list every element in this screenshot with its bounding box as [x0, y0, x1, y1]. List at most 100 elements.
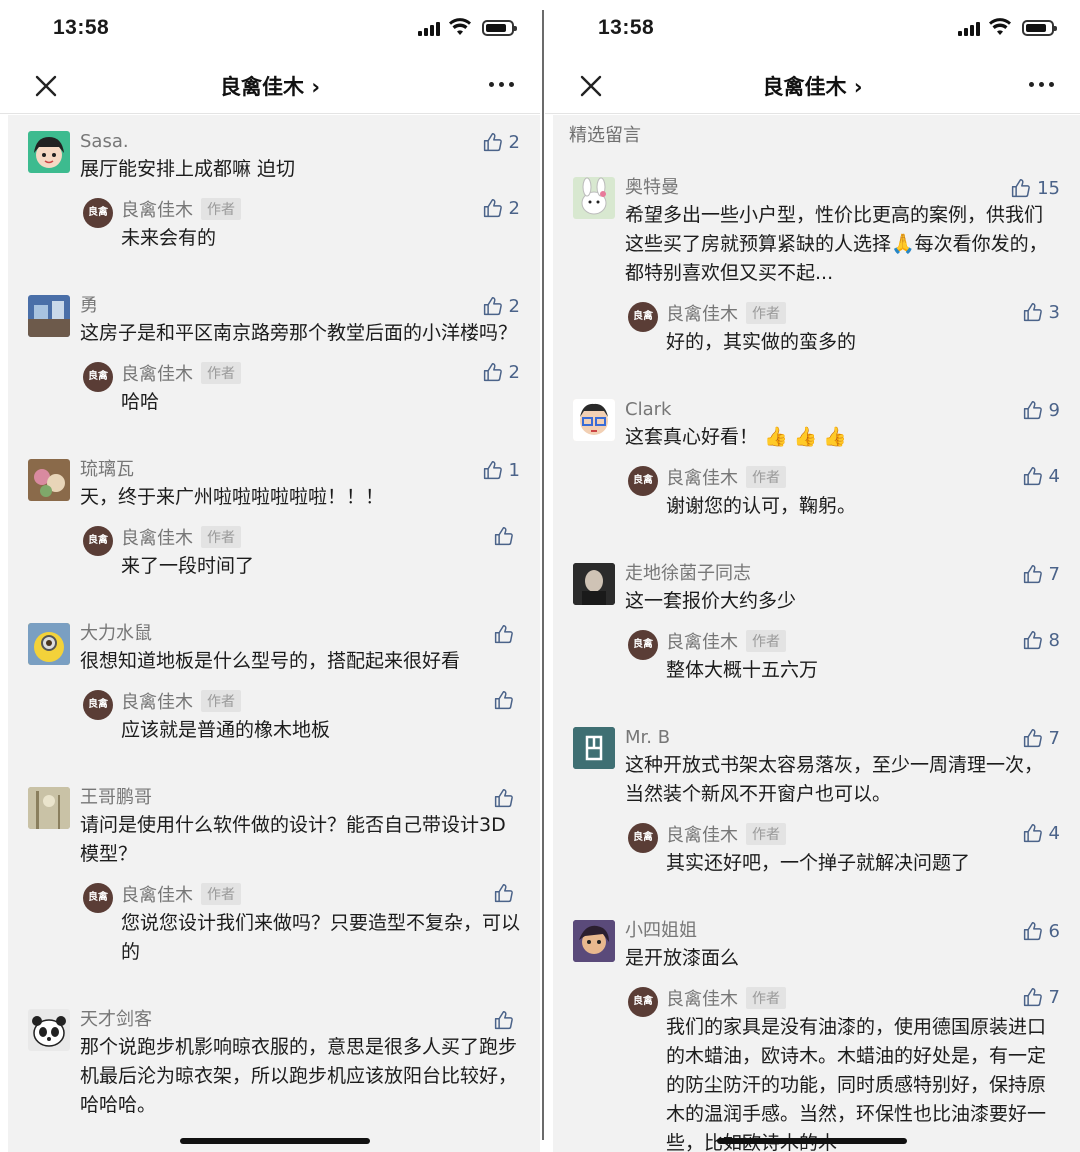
like-button[interactable] [493, 883, 520, 904]
home-indicator[interactable] [717, 1138, 907, 1144]
like-button[interactable]: 2 [482, 296, 520, 317]
reply-text: 谢谢您的认可，鞠躬。 [666, 495, 857, 517]
avatar[interactable] [28, 131, 70, 173]
avatar[interactable] [28, 295, 70, 337]
commenter-name[interactable]: Mr. B [625, 725, 1080, 751]
avatar[interactable] [573, 563, 615, 605]
thumbs-up-icon [1023, 631, 1042, 650]
commenter-name[interactable]: 大力水鼠 [80, 621, 540, 647]
thumbs-up-icon [494, 691, 513, 710]
commenter-name[interactable]: 小四姐姐 [625, 918, 1080, 944]
more-icon[interactable] [1029, 82, 1054, 87]
reply-author-name: 良禽佳木 [666, 825, 738, 846]
avatar[interactable] [28, 623, 70, 665]
like-button[interactable] [493, 526, 520, 547]
like-button[interactable]: 2 [482, 362, 520, 383]
comment-text: 这房子是和平区南京路旁那个教堂后面的小洋楼吗？ [80, 322, 518, 344]
wifi-icon [989, 18, 1011, 35]
avatar[interactable] [573, 920, 615, 962]
like-button[interactable]: 8 [1022, 630, 1060, 651]
thumbs-up-icon [1023, 922, 1042, 941]
reply-text: 未来会有的 [121, 227, 217, 249]
like-button[interactable]: 4 [1022, 466, 1060, 487]
comment-text: 这一套报价大约多少 [625, 590, 797, 612]
like-button[interactable]: 3 [1022, 302, 1060, 323]
like-button[interactable]: 7 [1022, 987, 1060, 1008]
author-avatar: 良禽 [628, 302, 658, 332]
battery-icon [482, 20, 517, 36]
reply-author-name: 良禽佳木 [666, 468, 738, 489]
like-button[interactable] [493, 624, 520, 645]
home-indicator[interactable] [180, 1138, 370, 1144]
like-button[interactable]: 2 [482, 198, 520, 219]
author-badge: 作者 [746, 466, 786, 488]
author-reply: 良禽 良禽佳木 作者 来了一段时间了 [80, 522, 540, 581]
nav-bar: 良禽佳木 › [0, 58, 540, 114]
more-icon[interactable] [489, 82, 514, 87]
reply-author-name: 良禽佳木 [121, 528, 193, 549]
author-avatar: 良禽 [628, 466, 658, 496]
avatar[interactable] [573, 399, 615, 441]
comment-text: 那个说跑步机影响晾衣服的，意思是很多人买了跑步机最后沦为晾衣架，所以跑步机应该放… [80, 1036, 518, 1116]
author-reply: 良禽 良禽佳木 作者 应该就是普通的橡木地板 [80, 686, 540, 745]
avatar[interactable] [573, 727, 615, 769]
author-reply: 良禽 良禽佳木 作者 2 哈哈 [80, 358, 540, 417]
like-count: 2 [508, 132, 520, 153]
author-avatar: 良禽 [628, 823, 658, 853]
thumbs-up-icon [1023, 401, 1042, 420]
like-button[interactable]: 15 [1010, 178, 1060, 199]
like-count: 4 [1048, 823, 1060, 844]
avatar[interactable] [573, 177, 615, 219]
like-count: 6 [1048, 921, 1060, 942]
comment-list[interactable]: Sasa. 2 展厅能安排上成都嘛 迫切 良禽 良禽佳木 作者 2 未来会有的 勇… [8, 115, 540, 1152]
like-count: 9 [1048, 400, 1060, 421]
like-count: 3 [1048, 302, 1060, 323]
reply-author-name: 良禽佳木 [121, 692, 193, 713]
comment-item: Mr. B 7 这种开放式书架太容易落灰，至少一周清理一次，当然装个新风不开窗户… [553, 711, 1080, 904]
comment-item: 奥特曼 15 希望多出一些小户型，性价比更高的案例，供我们这些买了房就预算紧缺的… [553, 161, 1080, 383]
battery-icon [1022, 20, 1057, 36]
like-button[interactable]: 7 [1022, 728, 1060, 749]
commenter-name[interactable]: 勇 [80, 293, 540, 319]
commenter-name[interactable]: Clark [625, 397, 1080, 423]
like-button[interactable] [493, 1010, 520, 1031]
like-count: 7 [1048, 728, 1060, 749]
thumbs-up-icon [494, 527, 513, 546]
comment-text: 是开放漆面么 [625, 947, 740, 969]
thumbs-up-icon [483, 461, 502, 480]
like-button[interactable]: 9 [1022, 400, 1060, 421]
avatar[interactable] [28, 1009, 70, 1051]
comment-text: 天，终于来广州啦啦啦啦啦啦！！！ [80, 486, 385, 508]
author-reply: 良禽 良禽佳木 作者 2 未来会有的 [80, 194, 540, 253]
reply-author-name: 良禽佳木 [666, 632, 738, 653]
page-title[interactable]: 良禽佳木 › [0, 71, 540, 101]
page-title[interactable]: 良禽佳木 › [545, 71, 1080, 101]
avatar[interactable] [28, 459, 70, 501]
like-button[interactable]: 7 [1022, 564, 1060, 585]
author-reply: 良禽 良禽佳木 作者 3 好的，其实做的蛮多的 [625, 298, 1080, 357]
commenter-name[interactable]: 琉璃瓦 [80, 457, 540, 483]
comment-item: 大力水鼠 很想知道地板是什么型号的，搭配起来很好看 良禽 良禽佳木 作者 应该就是… [8, 607, 540, 771]
author-reply: 良禽 良禽佳木 作者 7 我们的家具是没有油漆的，使用德国原装进口的木蜡油，欧诗木… [625, 983, 1080, 1152]
like-button[interactable]: 1 [482, 460, 520, 481]
author-badge: 作者 [746, 302, 786, 324]
author-avatar: 良禽 [83, 690, 113, 720]
nav-bar: 良禽佳木 › [545, 58, 1080, 114]
like-count: 1 [508, 460, 520, 481]
reply-text: 好的，其实做的蛮多的 [666, 331, 857, 353]
commenter-name[interactable]: 天才剑客 [80, 1007, 540, 1033]
comment-text: 希望多出一些小户型，性价比更高的案例，供我们这些买了房就预算紧缺的人选择🙏每次看… [625, 204, 1048, 284]
commenter-name[interactable]: Sasa. [80, 129, 540, 155]
commenter-name[interactable]: 王哥鹏哥 [80, 785, 540, 811]
like-count: 8 [1048, 630, 1060, 651]
like-button[interactable] [493, 690, 520, 711]
like-button[interactable] [493, 788, 520, 809]
comment-list[interactable]: 精选留言 奥特曼 15 希望多出一些小户型，性价比更高的案例，供我们这些买了房就… [553, 115, 1080, 1152]
author-reply: 良禽 良禽佳木 作者 4 其实还好吧，一个掸子就解决问题了 [625, 819, 1080, 878]
like-button[interactable]: 2 [482, 132, 520, 153]
like-button[interactable]: 6 [1022, 921, 1060, 942]
like-count: 15 [1037, 178, 1060, 199]
commenter-name[interactable]: 走地徐菌子同志 [625, 561, 1080, 587]
like-button[interactable]: 4 [1022, 823, 1060, 844]
avatar[interactable] [28, 787, 70, 829]
